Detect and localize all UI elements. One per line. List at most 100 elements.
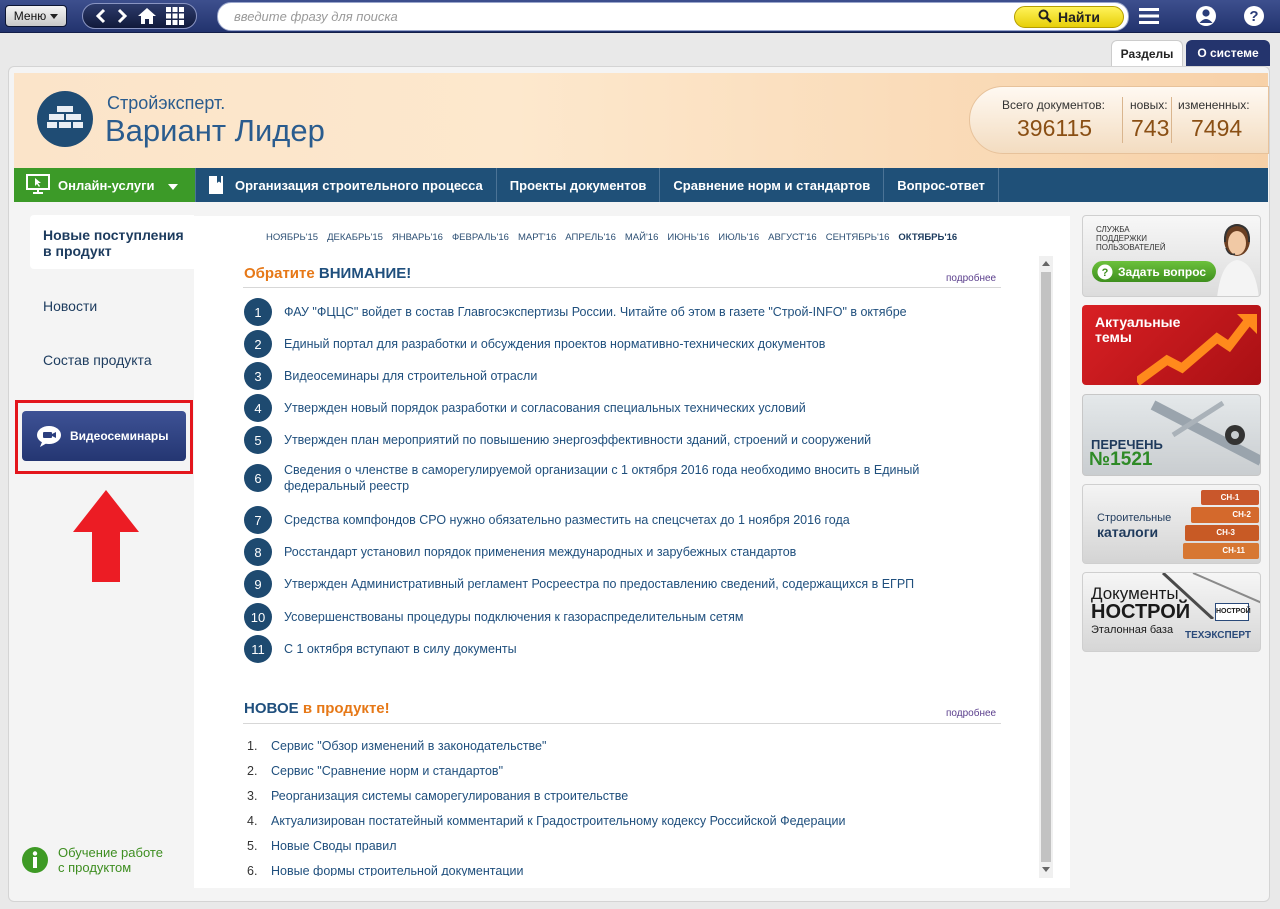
- books-stack-icon: СН-1 СН-2 СН-3 СН-11: [1183, 490, 1259, 559]
- chevron-down-icon: [50, 13, 59, 19]
- stat-new-value: 743: [1131, 115, 1170, 141]
- list-link[interactable]: Новые Своды правил: [271, 839, 397, 853]
- book-label: СН-1: [1201, 490, 1259, 505]
- list-item[interactable]: 2. Сервис "Сравнение норм и стандартов": [247, 764, 503, 778]
- nostroy-badge: НОСТРОЙ: [1215, 603, 1251, 621]
- menu-button[interactable]: Меню: [5, 5, 67, 27]
- content-area: НОЯБРЬ'15 ДЕКАБРЬ'15 ЯНВАРЬ'16 ФЕВРАЛЬ'16 МА…: [194, 216, 1070, 888]
- catalogs-text: Строительные каталоги: [1097, 511, 1171, 539]
- hamburger-icon[interactable]: [1138, 5, 1160, 27]
- tab-about[interactable]: О системе: [1186, 40, 1270, 66]
- brick-logo-icon: [37, 91, 93, 147]
- svg-text:?: ?: [1249, 8, 1258, 25]
- nostroy-text: Документы НОСТРОЙ Эталонная база: [1091, 585, 1190, 639]
- online-services-menu[interactable]: Онлайн-услуги: [14, 168, 195, 202]
- stat-divider: [1171, 97, 1172, 143]
- find-button[interactable]: Найти: [1014, 6, 1124, 28]
- chevron-down-icon: [168, 178, 179, 193]
- grid-icon[interactable]: [165, 7, 184, 25]
- nav-document-drafts[interactable]: Проекты документов: [497, 168, 661, 202]
- nav-label: Организация строительного процесса: [235, 177, 483, 193]
- video-seminars-button[interactable]: Видеосеминары: [22, 411, 186, 461]
- list-number: 4.: [247, 814, 258, 828]
- book-label: СН-3: [1185, 525, 1259, 541]
- nav-construction-process[interactable]: Организация строительного процесса: [195, 168, 497, 202]
- video-seminars-label: Видеосеминары: [70, 429, 169, 443]
- scroll-down-icon[interactable]: [1042, 867, 1050, 872]
- menu-item-new-arrivals[interactable]: Новые поступления в продукт: [30, 215, 194, 269]
- forward-icon[interactable]: [116, 8, 128, 24]
- catalogs-line: Строительные: [1097, 512, 1172, 524]
- nostroy-line: НОСТРОЙ: [1091, 601, 1191, 623]
- stat-changed-value: 7494: [1191, 115, 1243, 141]
- menu-item-news[interactable]: Новости: [43, 298, 97, 314]
- nav-norms-comparison[interactable]: Сравнение норм и стандартов: [660, 168, 885, 202]
- list-link[interactable]: Актуализирован постатейный комментарий к…: [271, 814, 846, 828]
- support-line: ПОЛЬЗОВАТЕЛЕЙ: [1096, 243, 1166, 252]
- list-item[interactable]: 5. Новые Своды правил: [247, 839, 397, 853]
- list-number: 1.: [247, 739, 258, 753]
- list-item[interactable]: 6. Новые формы строительной документации: [247, 864, 523, 876]
- new-in-product-list: 1. Сервис "Обзор изменений в законодатель…: [194, 216, 1039, 876]
- stat-changed-label: измененных:: [1178, 98, 1250, 112]
- list-number: 2.: [247, 764, 258, 778]
- tab-sections[interactable]: Разделы: [1111, 40, 1183, 66]
- learn-product-link[interactable]: Обучение работе с продуктом: [22, 845, 173, 875]
- chat-camera-icon: [36, 425, 62, 447]
- highlight-frame: Видеосеминары: [15, 400, 193, 474]
- ask-question-button[interactable]: ? Задать вопрос: [1092, 261, 1216, 282]
- list-item[interactable]: 1. Сервис "Обзор изменений в законодатель…: [247, 739, 546, 753]
- caliper-icon: [1150, 400, 1260, 466]
- catalogs-banner[interactable]: Строительные каталоги СН-1 СН-2 СН-3 СН-…: [1082, 484, 1261, 564]
- nav-button-group: [82, 3, 197, 29]
- support-banner[interactable]: СЛУЖБА ПОДДЕРЖКИ ПОЛЬЗОВАТЕЛЕЙ ? Задать …: [1082, 215, 1261, 297]
- home-icon[interactable]: [137, 7, 157, 25]
- red-arrow-up-icon: [73, 490, 139, 582]
- menu-item-product-contents[interactable]: Состав продукта: [43, 352, 152, 368]
- scroll-up-icon[interactable]: [1042, 261, 1050, 266]
- product-header: Стройэксперт. Вариант Лидер Всего докуме…: [14, 73, 1269, 168]
- list-item[interactable]: 4. Актуализирован постатейный комментарий…: [247, 814, 846, 828]
- monitor-icon: [26, 173, 50, 197]
- user-icon[interactable]: [1195, 5, 1217, 27]
- support-line: ПОДДЕРЖКИ: [1096, 234, 1148, 243]
- top-toolbar: Меню Найти: [0, 0, 1280, 33]
- list-link[interactable]: Сервис "Сравнение норм и стандартов": [271, 764, 503, 778]
- scroll-thumb[interactable]: [1041, 272, 1051, 862]
- question-bubble-icon: ?: [1097, 264, 1113, 280]
- growth-arrow-icon: [1137, 314, 1257, 385]
- topics-banner[interactable]: Актуальные темы: [1082, 305, 1261, 385]
- list-link[interactable]: Сервис "Обзор изменений в законодательст…: [271, 739, 546, 753]
- main-navbar: Онлайн-услуги Организация строительного …: [14, 168, 1268, 202]
- support-text: СЛУЖБА ПОДДЕРЖКИ ПОЛЬЗОВАТЕЛЕЙ: [1096, 225, 1166, 252]
- help-icon[interactable]: ?: [1243, 5, 1265, 27]
- list-number: №1521: [1089, 449, 1153, 470]
- scrollbar[interactable]: [1039, 256, 1053, 878]
- list-number: 5.: [247, 839, 258, 853]
- catalogs-line: каталоги: [1097, 524, 1159, 540]
- book-label: СН-2: [1191, 507, 1259, 523]
- list-item[interactable]: 3. Реорганизация системы саморегулировани…: [247, 789, 628, 803]
- support-operator-icon: [1217, 223, 1259, 296]
- stat-divider: [1122, 97, 1123, 143]
- support-line: СЛУЖБА: [1096, 225, 1130, 234]
- nostroy-banner[interactable]: Документы НОСТРОЙ Эталонная база НОСТРОЙ…: [1082, 572, 1261, 652]
- back-icon[interactable]: [95, 8, 107, 24]
- search-icon: [1038, 9, 1052, 26]
- ask-question-label: Задать вопрос: [1118, 264, 1207, 279]
- nav-qa[interactable]: Вопрос-ответ: [884, 168, 999, 202]
- list-link[interactable]: Реорганизация системы саморегулирования …: [271, 789, 628, 803]
- texexpert-logo: ТЕХЭКСПЕРТ: [1185, 630, 1252, 641]
- list-link[interactable]: Новые формы строительной документации: [271, 864, 523, 876]
- stat-new-label: новых:: [1130, 98, 1168, 112]
- brand-large: Вариант Лидер: [105, 113, 325, 148]
- list-number: 3.: [247, 789, 258, 803]
- document-stats: Всего документов: 396115 новых: 743 изме…: [969, 86, 1269, 154]
- menu-label: Меню: [13, 9, 47, 23]
- search-input[interactable]: [234, 9, 994, 24]
- list-1521-banner[interactable]: ПЕРЕЧЕНЬ №1521: [1082, 394, 1261, 476]
- find-label: Найти: [1058, 9, 1100, 25]
- nostroy-line: Эталонная база: [1091, 624, 1174, 636]
- brand-small: Стройэксперт.: [107, 93, 226, 113]
- stat-total-value: 396115: [1017, 115, 1093, 141]
